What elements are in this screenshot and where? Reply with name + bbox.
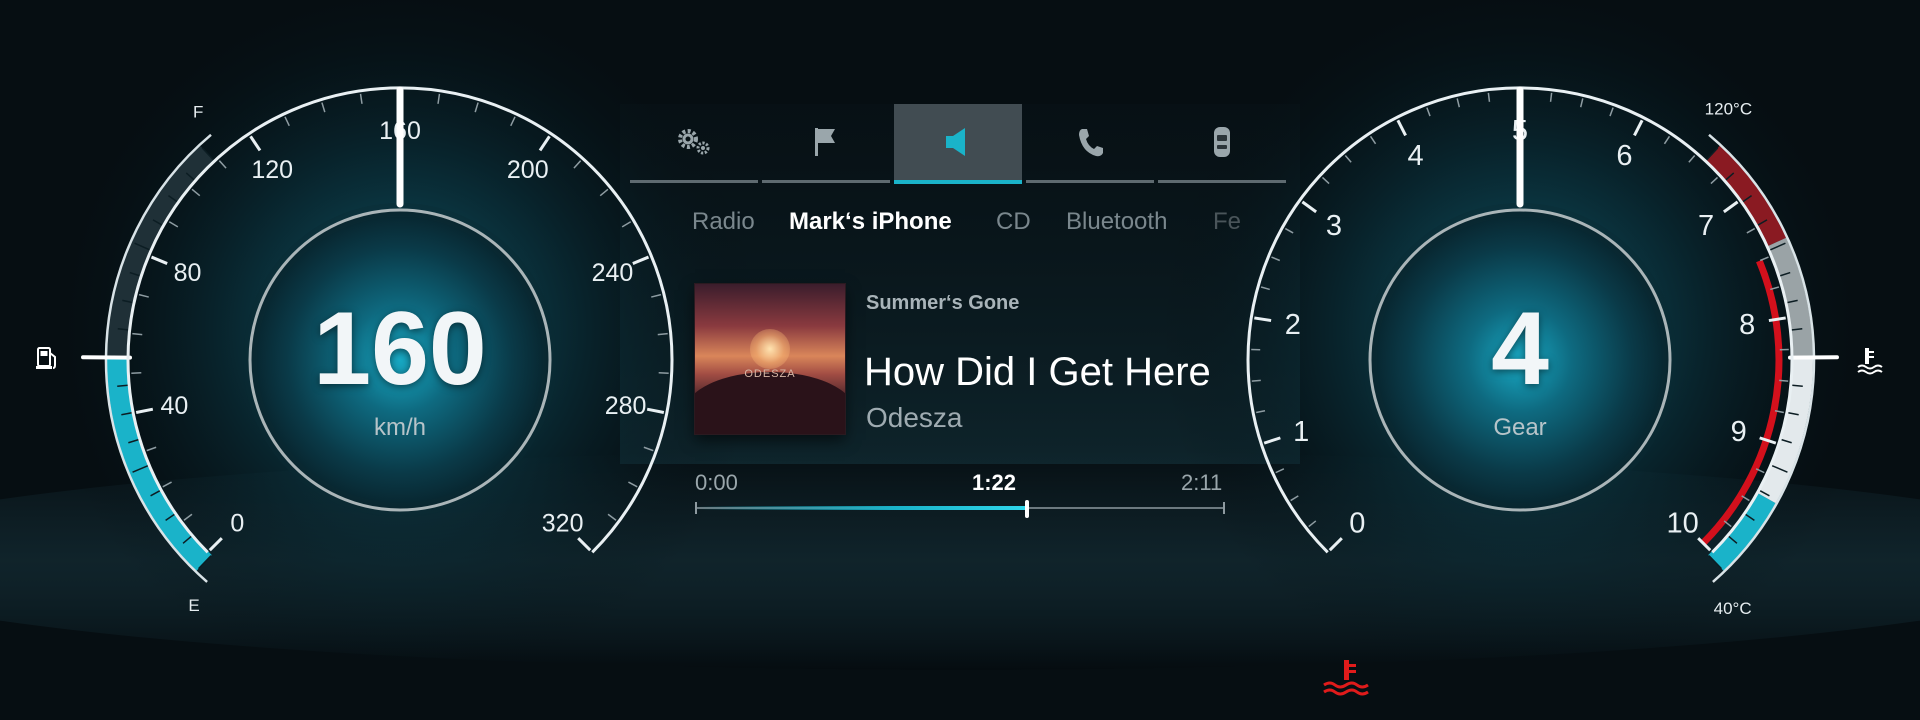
settings-gears-icon <box>678 129 710 155</box>
speed-unit: km/h <box>373 414 426 441</box>
navigation-flag-icon <box>815 128 835 156</box>
gear-tick-label: 6 <box>1616 140 1632 172</box>
source-bluetooth[interactable]: Bluetooth <box>1066 208 1167 236</box>
time-current: 1:22 <box>972 470 1017 495</box>
car-icon <box>1214 127 1230 157</box>
speed-tick <box>132 332 143 336</box>
source-radio[interactable]: Radio <box>692 208 755 236</box>
track-title: How Did I Get Here <box>864 350 1211 394</box>
tab-vehicle[interactable] <box>1158 104 1286 183</box>
menu-tabs <box>630 104 1290 184</box>
gear-tick <box>1779 379 1789 382</box>
track-artist: Odesza <box>866 402 963 433</box>
progress-start-cap <box>695 502 697 514</box>
temperature-hot-label: 120°C <box>1705 99 1752 118</box>
tab-media[interactable] <box>894 104 1022 184</box>
time-start: 0:00 <box>695 470 738 495</box>
album-cover: ODESZA <box>695 284 845 434</box>
speed-tick-label: 320 <box>542 510 584 538</box>
speed-tick-label: 0 <box>230 510 244 538</box>
time-end: 2:11 <box>1181 470 1223 495</box>
track-album: Summer‘s Gone <box>866 292 1020 314</box>
gear-tick-label: 4 <box>1408 140 1424 172</box>
phone-icon <box>1079 129 1103 157</box>
speed-value: 160 <box>313 291 487 407</box>
tab-navigation[interactable] <box>762 104 890 183</box>
instrument-cluster: F E 04080120160200240280320 <box>0 0 1920 720</box>
tab-phone[interactable] <box>1026 104 1154 183</box>
gear-tick-label: 8 <box>1739 309 1755 341</box>
gear-value: 4 <box>1491 291 1549 407</box>
gear-tick-label: 1 <box>1293 416 1309 448</box>
fuel-full-label: F <box>193 102 203 121</box>
gear-label: Gear <box>1493 414 1547 441</box>
album-cover-brand: ODESZA <box>744 368 796 380</box>
gear-tick <box>1487 92 1491 102</box>
source-phone[interactable]: Mark‘s iPhone <box>789 208 952 236</box>
speed-tick-label: 80 <box>174 259 202 287</box>
source-favorites[interactable]: Fe <box>1213 208 1241 236</box>
source-cd[interactable]: CD <box>996 208 1031 236</box>
gear-tick-label: 3 <box>1326 210 1342 242</box>
progress-fill <box>695 506 1027 510</box>
temperature-cold-label: 40°C <box>1714 599 1752 618</box>
progress-knob[interactable] <box>1024 500 1029 518</box>
speed-tick-label: 120 <box>251 156 293 184</box>
playback-progress-bar[interactable] <box>695 500 1225 518</box>
progress-end-cap <box>1223 502 1225 514</box>
speaker-icon <box>946 128 965 156</box>
gear-tick <box>1549 92 1553 102</box>
gear-tick-label: 0 <box>1349 508 1365 540</box>
speed-tick-label: 200 <box>507 156 549 184</box>
fuel-empty-label: E <box>188 596 199 615</box>
source-list: Radio Mark‘s iPhone CD Bluetooth Fe <box>630 208 1290 244</box>
gear-tick-label: 9 <box>1731 416 1747 448</box>
media-panel: Radio Mark‘s iPhone CD Bluetooth Fe ODES… <box>630 104 1290 534</box>
speed-tick-label: 240 <box>592 259 634 287</box>
gear-tick-label: 7 <box>1698 210 1714 242</box>
speed-tick-label: 40 <box>161 392 189 420</box>
tab-settings[interactable] <box>630 104 758 183</box>
gear-tick-label: 10 <box>1667 508 1699 540</box>
